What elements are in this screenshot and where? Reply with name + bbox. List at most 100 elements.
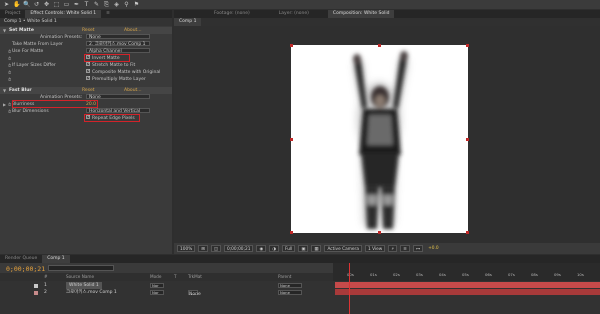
layer-parent-dropdown[interactable]: None <box>278 290 302 295</box>
stretch-matte-checkbox[interactable]: Stretch Matte to Fit <box>86 61 135 69</box>
highlight-invert-matte <box>84 54 130 62</box>
camera-dropdown[interactable]: Active Camera <box>324 245 362 252</box>
reset-link[interactable]: Reset <box>82 87 95 94</box>
stopwatch-icon[interactable]: ⏱ <box>8 48 11 55</box>
tool-icon[interactable]: ✒ <box>73 1 80 8</box>
flowchart-icon[interactable]: ⊶ <box>412 245 424 252</box>
views-dropdown[interactable]: 1 View <box>364 245 386 252</box>
ruler-tick-label: 07s <box>508 272 515 277</box>
tool-icon[interactable]: ⚲ <box>123 1 130 8</box>
stopwatch-icon[interactable]: ⏱ <box>8 76 11 83</box>
resolution-dropdown[interactable]: Full <box>281 245 296 252</box>
tool-icon[interactable]: ✥ <box>43 1 50 8</box>
take-matte-dropdown[interactable]: 2. 크로마키스.mov Comp 1 <box>86 41 150 48</box>
transparency-grid-icon[interactable]: ▦ <box>311 245 322 252</box>
tab-comp-1[interactable]: Comp 1 <box>174 18 202 26</box>
tab-layer[interactable]: Layer: (none) <box>255 10 314 18</box>
timeline-timecode[interactable]: 0;00;00;21 <box>6 265 45 273</box>
ruler-tick-label: 02s <box>393 272 400 277</box>
expand-triangle-icon[interactable]: ▼ <box>3 87 6 94</box>
tool-icon[interactable]: ✎ <box>93 1 100 8</box>
layer-name[interactable]: White Solid 1 <box>66 282 102 289</box>
tool-icon[interactable]: T <box>83 1 90 8</box>
stopwatch-icon[interactable]: ⏱ <box>8 101 11 108</box>
ruler-tick-label: 08s <box>531 272 538 277</box>
region-of-interest-icon[interactable]: ▣ <box>298 245 309 252</box>
layer-parent-dropdown[interactable]: None <box>278 283 302 288</box>
composite-matte-checkbox[interactable]: Composite Matte with Original <box>86 68 160 76</box>
expand-triangle-icon[interactable]: ▶ <box>3 101 6 108</box>
tab-composition[interactable]: Composition: White Solid <box>327 10 395 18</box>
transform-handle[interactable] <box>290 231 293 234</box>
tab-effect-controls[interactable]: Effect Controls: White Solid 1 <box>25 10 102 18</box>
reset-link[interactable]: Reset <box>82 27 95 34</box>
color-channel-icon[interactable]: ◑ <box>269 245 279 252</box>
snapshot-icon[interactable]: ◉ <box>256 245 267 252</box>
tab-render-queue[interactable]: Render Queue <box>0 255 42 263</box>
effect-fast-blur-header[interactable]: ▼ Fast Blur Reset About... <box>0 87 172 94</box>
tool-icon[interactable]: ⚑ <box>133 1 140 8</box>
column-mode: Mode <box>150 274 162 279</box>
layer-color-label[interactable] <box>34 283 38 288</box>
stopwatch-icon[interactable]: ⏱ <box>8 69 11 76</box>
table-row[interactable]: 1 White Solid 1 Nor None <box>0 282 333 289</box>
tab-footage[interactable]: Footage: (none) <box>174 10 255 18</box>
current-time-display[interactable]: 0;00;00;21 <box>223 245 254 252</box>
layer-color-label[interactable] <box>34 290 38 295</box>
layer-duration-bar[interactable] <box>335 282 600 288</box>
transform-handle[interactable] <box>378 44 381 47</box>
premultiply-checkbox[interactable]: Premultiply Matte Layer <box>86 75 146 83</box>
timeline-search-input[interactable] <box>48 265 114 271</box>
tool-icon[interactable]: ✋ <box>13 1 20 8</box>
tool-icon[interactable]: ◈ <box>113 1 120 8</box>
layer-mode-dropdown[interactable]: Nor <box>150 290 164 295</box>
viewer-canvas[interactable] <box>174 26 600 243</box>
timeline-toggle-icon[interactable]: ≡ <box>400 245 410 252</box>
expand-triangle-icon[interactable]: ▼ <box>3 27 6 34</box>
ruler-tick-label: 06s <box>485 272 492 277</box>
transform-handle[interactable] <box>466 231 469 234</box>
animation-presets-label: Animation Presets: <box>40 35 83 40</box>
tool-icon[interactable]: 🔍 <box>23 1 30 8</box>
transform-handle[interactable] <box>290 138 293 141</box>
use-for-matte-label: Use For Matte <box>12 49 44 54</box>
effect-set-matte-header[interactable]: ▼ Set Matte Reset About... <box>0 27 172 34</box>
transform-handle[interactable] <box>378 231 381 234</box>
tool-icon[interactable]: ⬚ <box>53 1 60 8</box>
effect-name: Fast Blur <box>9 88 32 93</box>
layer-duration-bar[interactable] <box>335 289 600 295</box>
transform-handle[interactable] <box>290 44 293 47</box>
about-link[interactable]: About... <box>124 87 142 94</box>
current-time-indicator[interactable] <box>349 263 350 314</box>
transform-handle[interactable] <box>466 138 469 141</box>
breadcrumb: Comp 1 • White Solid 1 <box>0 18 172 26</box>
fast-preview-icon[interactable]: ⚡ <box>388 245 398 252</box>
take-matte-label: Take Matte From Layer <box>12 42 63 47</box>
tab-comp-1-timeline[interactable]: Comp 1 <box>42 255 70 263</box>
time-ruler[interactable]: 00s 01s 02s 03s 04s 05s 06s 07s 08s 09s 10s <box>333 263 600 281</box>
grid-toggle-icon[interactable]: ⊞ <box>198 245 208 252</box>
stopwatch-icon[interactable]: ⏱ <box>8 55 11 62</box>
blurred-figure-image <box>353 51 409 229</box>
animation-presets-dropdown[interactable]: None <box>86 34 150 41</box>
composition-frame[interactable] <box>290 44 469 234</box>
table-row[interactable]: 2 크로마키스.mov Comp 1 Nor None None <box>0 289 333 297</box>
tool-icon[interactable]: ⎘ <box>103 1 110 8</box>
about-link[interactable]: About... <box>124 27 142 34</box>
panel-menu-icon[interactable]: ≡ <box>101 10 115 18</box>
if-layer-sizes-differ-label: If Layer Sizes Differ <box>12 63 56 68</box>
stopwatch-icon[interactable]: ⏱ <box>8 62 11 69</box>
stopwatch-icon[interactable]: ⏱ <box>8 108 11 115</box>
tool-icon[interactable]: ➤ <box>3 1 10 8</box>
timeline-tab-strip: Render Queue Comp 1 <box>0 255 600 263</box>
transform-handle[interactable] <box>466 44 469 47</box>
layer-trkmat-dropdown[interactable]: None <box>188 290 201 297</box>
layer-mode-dropdown[interactable]: Nor <box>150 283 164 288</box>
tool-icon[interactable]: ↺ <box>33 1 40 8</box>
zoom-dropdown[interactable]: 100% <box>177 245 196 252</box>
tool-icon[interactable]: ▭ <box>63 1 70 8</box>
layer-name[interactable]: 크로마키스.mov Comp 1 <box>66 289 117 296</box>
tab-project[interactable]: Project <box>0 10 25 18</box>
mask-toggle-icon[interactable]: ◫ <box>210 245 221 252</box>
exposure-value[interactable]: +0.0 <box>426 245 440 252</box>
